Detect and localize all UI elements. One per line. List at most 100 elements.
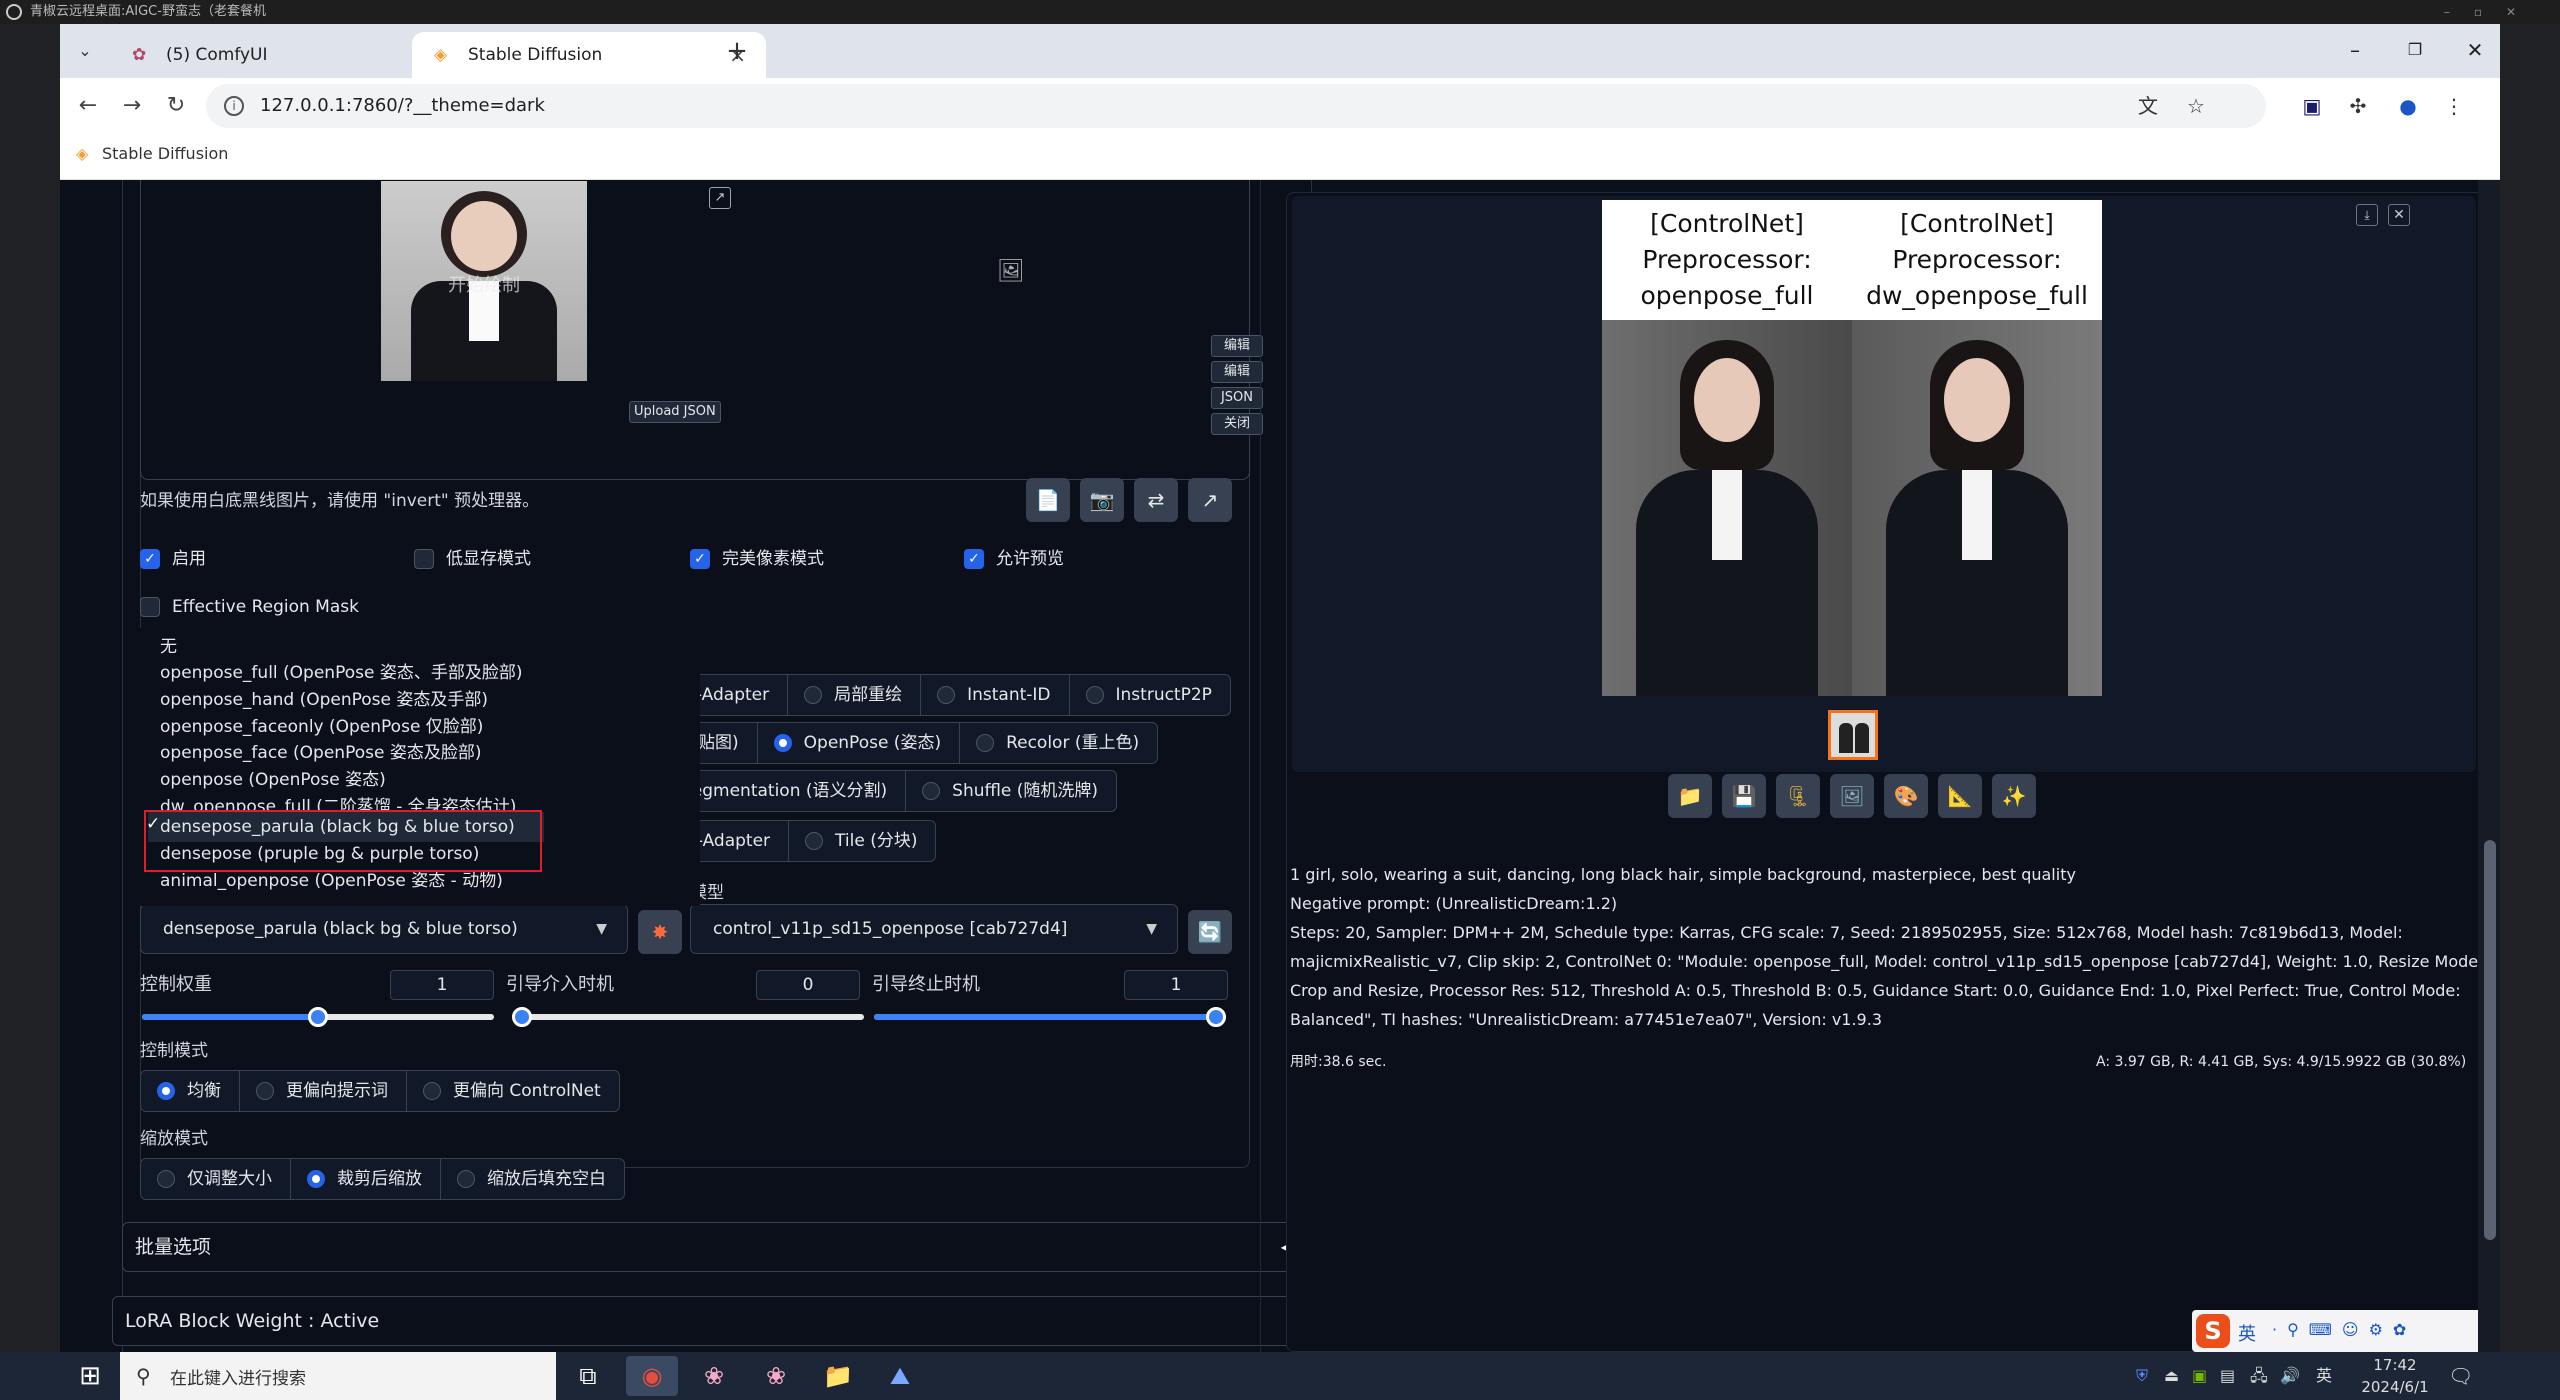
network-icon[interactable]: 🖧 [2250, 1366, 2268, 1386]
control-type-instant-id[interactable]: Instant-ID [921, 675, 1070, 715]
palette-icon[interactable]: 🎨 [1884, 774, 1928, 818]
download-icon[interactable]: ⤓ [2356, 204, 2378, 226]
profile-avatar-icon[interactable]: ● [2392, 90, 2424, 122]
slider-knob[interactable] [1206, 1007, 1226, 1027]
weight-slider[interactable] [142, 1007, 494, 1027]
file-explorer-icon[interactable]: 📁 [812, 1356, 864, 1396]
result-image[interactable]: [ControlNet] Preprocessor: openpose_full… [1602, 200, 2102, 696]
menu-kebab-icon[interactable]: ⋮ [2438, 90, 2470, 122]
remote-window-controls[interactable]: –▫✕ [2444, 0, 2540, 24]
chrome-icon[interactable]: ◉ [626, 1356, 678, 1396]
lora-block-weight-accordion[interactable]: LoRA Block Weight : Active◀ [112, 1296, 1322, 1346]
taskbar-clock[interactable]: 17:42 2024/6/1 [2360, 1354, 2430, 1398]
dropdown-item[interactable]: openpose_faceonly (OpenPose 仅脸部) [160, 714, 483, 740]
zip-icon[interactable]: 🗜 [1776, 774, 1820, 818]
control-mode-prompt[interactable]: 更偏向提示词 [240, 1071, 407, 1111]
volume-icon[interactable]: 🔊 [2280, 1366, 2300, 1386]
input-language[interactable]: 英 [2316, 1366, 2332, 1386]
swap-icon[interactable]: ⇄ [1134, 478, 1178, 522]
resize-mode-just-resize[interactable]: 仅调整大小 [141, 1159, 291, 1199]
save-icon[interactable]: 💾 [1722, 774, 1766, 818]
image-icon[interactable]: 🖼 [1830, 774, 1874, 818]
dropdown-item[interactable]: openpose_face (OpenPose 姿态及脸部) [160, 740, 481, 766]
dropdown-item[interactable]: openpose (OpenPose 姿态) [160, 767, 386, 793]
translate-icon[interactable]: ⽂ [2132, 90, 2164, 122]
reload-icon[interactable]: ↻ [158, 88, 194, 124]
edit-button-1[interactable]: 编辑 [1211, 335, 1263, 357]
tab-comfyui[interactable]: ✿ (5) ComfyUI × [110, 32, 460, 78]
ruler-icon[interactable]: 📐 [1938, 774, 1982, 818]
site-info-icon[interactable]: i [224, 96, 244, 116]
guidance-end-slider[interactable] [874, 1007, 1226, 1027]
edit-button-2[interactable]: 编辑 [1211, 361, 1263, 383]
upload-json-button[interactable]: Upload JSON [629, 401, 721, 423]
send-dimensions-icon[interactable]: ↗ [1188, 478, 1232, 522]
minimize-icon[interactable]: – [2330, 32, 2380, 68]
expand-canvas-icon[interactable]: ↗ [709, 187, 731, 209]
control-mode-controlnet[interactable]: 更偏向 ControlNet [407, 1071, 619, 1111]
refresh-models-icon[interactable]: 🔄 [1188, 910, 1232, 954]
pixel-perfect-checkbox[interactable]: ✓ 完美像素模式 [690, 548, 824, 570]
windows-start-icon[interactable]: ⊞ [64, 1356, 116, 1396]
scrollbar-thumb[interactable] [2484, 840, 2496, 1240]
new-tab-icon[interactable]: + [720, 34, 754, 68]
resize-mode-fill[interactable]: 缩放后填充空白 [441, 1159, 624, 1199]
new-canvas-icon[interactable]: 📄 [1026, 478, 1070, 522]
ime-tool-icons[interactable]: ·⚲⌨☺⚙✿ [2272, 1320, 2416, 1339]
dropdown-item[interactable]: 无 [160, 634, 177, 660]
back-icon[interactable]: ← [70, 88, 106, 124]
task-view-icon[interactable]: ⧉ [562, 1356, 614, 1396]
restore-icon[interactable]: ❐ [2390, 32, 2440, 68]
control-type-inpaint[interactable]: 局部重绘 [788, 675, 922, 715]
control-type-tile[interactable]: Tile (分块) [789, 821, 935, 861]
json-button[interactable]: JSON [1211, 387, 1263, 409]
tab-stable-diffusion[interactable]: ◈ Stable Diffusion × [412, 32, 766, 78]
app-photos-icon[interactable]: ⛰ [874, 1356, 926, 1396]
image-canvas[interactable]: 开始绘制 ↗ 🖼 Upload JSON 编辑 编辑 JSON 关闭 [140, 180, 1263, 480]
guidance-end-input[interactable]: 1 [1124, 970, 1228, 1000]
close-button[interactable]: 关闭 [1211, 413, 1263, 435]
slider-knob[interactable] [512, 1007, 532, 1027]
guidance-start-slider[interactable] [512, 1007, 864, 1027]
forward-icon[interactable]: → [114, 88, 150, 124]
tab-search-chevron-icon[interactable]: ⌄ [70, 36, 100, 66]
ime-toolbar[interactable]: S 英 ·⚲⌨☺⚙✿ [2192, 1310, 2492, 1352]
usb-icon[interactable]: ⏏ [2164, 1366, 2179, 1386]
extension-p-icon[interactable]: ▣ [2296, 90, 2328, 122]
preprocessor-select[interactable]: densepose_parula (black bg & blue torso)… [140, 904, 628, 954]
control-mode-balanced[interactable]: 均衡 [141, 1071, 240, 1111]
camera-icon[interactable]: 📷 [1080, 478, 1124, 522]
folder-tray-icon[interactable]: ▤ [2220, 1366, 2235, 1386]
run-preprocessor-icon[interactable]: ✸ [638, 910, 682, 954]
close-preview-icon[interactable]: ✕ [2388, 204, 2410, 226]
model-select[interactable]: control_v11p_sd15_openpose [cab727d4] ▼ [690, 904, 1178, 954]
guidance-start-input[interactable]: 0 [756, 970, 860, 1000]
slider-knob[interactable] [308, 1007, 328, 1027]
control-type-instructp2p[interactable]: InstructP2P [1070, 675, 1230, 715]
sparkle-icon[interactable]: ✨ [1992, 774, 2036, 818]
app-anime-icon-1[interactable]: ❀ [688, 1356, 740, 1396]
gallery-thumbnail[interactable] [1828, 710, 1878, 760]
weight-input[interactable]: 1 [390, 970, 494, 1000]
enable-checkbox[interactable]: ✓ 启用 [140, 548, 206, 570]
dropdown-item[interactable]: openpose_full (OpenPose 姿态、手部及脸部) [160, 660, 522, 686]
address-bar[interactable]: i 127.0.0.1:7860/?__theme=dark ⽂ ☆ [206, 84, 2266, 128]
app-anime-icon-2[interactable]: ❀ [750, 1356, 802, 1396]
low-vram-checkbox[interactable]: 低显存模式 [414, 548, 531, 570]
batch-options-accordion[interactable]: 批量选项◀ [122, 1222, 1312, 1272]
bookmark-star-icon[interactable]: ☆ [2180, 90, 2212, 122]
effective-region-mask-checkbox[interactable]: Effective Region Mask [140, 596, 359, 618]
ime-mode[interactable]: 英 [2238, 1320, 2256, 1346]
control-type-shuffle[interactable]: Shuffle (随机洗牌) [906, 771, 1116, 811]
dropdown-item[interactable]: openpose_hand (OpenPose 姿态及手部) [160, 687, 488, 713]
control-type-recolor[interactable]: Recolor (重上色) [960, 723, 1157, 763]
folder-icon[interactable]: 📁 [1668, 774, 1712, 818]
bookmark-stable-diffusion[interactable]: Stable Diffusion [102, 144, 228, 163]
taskbar-search-box[interactable]: ⚲ 在此键入进行搜索 [120, 1352, 556, 1400]
defender-icon[interactable]: ⛨ [2136, 1366, 2148, 1386]
resize-mode-crop[interactable]: 裁剪后缩放 [291, 1159, 441, 1199]
control-type-openpose[interactable]: OpenPose (姿态) [758, 723, 961, 763]
allow-preview-checkbox[interactable]: ✓ 允许预览 [964, 548, 1064, 570]
extensions-puzzle-icon[interactable]: ✣ [2342, 90, 2374, 122]
nvidia-icon[interactable]: ▣ [2192, 1366, 2207, 1386]
